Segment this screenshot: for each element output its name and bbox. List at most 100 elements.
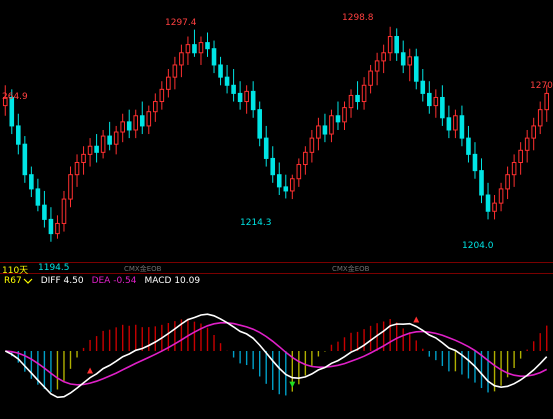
candle[interactable] <box>518 142 523 175</box>
candle[interactable] <box>511 154 517 187</box>
candle[interactable] <box>146 105 152 135</box>
candle[interactable] <box>42 190 47 228</box>
candle[interactable] <box>446 105 452 139</box>
candle[interactable] <box>309 129 315 163</box>
candle[interactable] <box>290 174 295 200</box>
candle[interactable] <box>387 26 393 61</box>
candle[interactable] <box>368 64 373 94</box>
candle[interactable] <box>498 182 504 212</box>
candle[interactable] <box>348 89 354 118</box>
candle-body <box>185 44 191 54</box>
candle[interactable] <box>453 109 458 139</box>
candle[interactable] <box>374 52 380 86</box>
candle[interactable] <box>413 48 419 90</box>
candle[interactable] <box>68 166 73 208</box>
candle[interactable] <box>316 117 321 151</box>
candle-body <box>322 125 328 135</box>
candle[interactable] <box>74 154 80 187</box>
candle[interactable] <box>205 32 210 57</box>
candle[interactable] <box>492 195 497 220</box>
candle[interactable] <box>296 158 302 187</box>
candle[interactable] <box>81 146 86 175</box>
candle[interactable] <box>185 36 191 65</box>
candle[interactable] <box>322 113 328 143</box>
candle[interactable] <box>270 146 276 183</box>
diff-value: DIFF 4.50 <box>40 276 84 286</box>
candle[interactable] <box>231 69 236 102</box>
candle[interactable] <box>427 81 432 114</box>
price-label-left-high: 264.9 <box>2 92 28 102</box>
candle[interactable] <box>361 77 367 110</box>
chevron-down-icon[interactable] <box>23 277 33 285</box>
candle[interactable] <box>329 109 334 143</box>
candle-body <box>413 56 419 82</box>
candle[interactable] <box>94 134 99 163</box>
candle-body <box>420 80 426 94</box>
candle[interactable] <box>440 85 445 126</box>
candle[interactable] <box>303 146 308 175</box>
candle[interactable] <box>537 101 543 135</box>
candle[interactable] <box>179 44 184 78</box>
candle-body <box>113 131 119 145</box>
candle[interactable] <box>283 174 289 199</box>
candle[interactable] <box>218 56 223 86</box>
candle[interactable] <box>192 29 197 57</box>
candle[interactable] <box>153 93 158 122</box>
candle[interactable] <box>466 125 471 163</box>
candle[interactable] <box>120 113 125 143</box>
candle-body <box>237 92 243 103</box>
quote-chart-window[interactable]: 264.9 1297.4 1298.8 1270 1194.5 1214.3 1… <box>0 0 553 415</box>
candle[interactable] <box>100 129 106 159</box>
indicator-selector[interactable]: R67 <box>4 276 33 286</box>
candle[interactable] <box>355 81 360 110</box>
candle-body <box>205 42 210 50</box>
candle[interactable] <box>133 109 139 139</box>
candle[interactable] <box>250 81 256 118</box>
candle[interactable] <box>166 69 171 98</box>
candle[interactable] <box>113 125 119 155</box>
candle[interactable] <box>198 36 204 65</box>
candle[interactable] <box>472 142 478 179</box>
candle[interactable] <box>433 89 439 118</box>
candle[interactable] <box>237 81 243 110</box>
chart-canvas[interactable] <box>0 0 553 415</box>
candle-body <box>355 94 360 103</box>
candle[interactable] <box>400 40 406 74</box>
candle[interactable] <box>126 109 132 139</box>
candle[interactable] <box>531 117 536 151</box>
candle[interactable] <box>22 136 28 183</box>
candle[interactable] <box>16 113 21 155</box>
candle[interactable] <box>55 215 60 239</box>
candle[interactable] <box>381 44 386 74</box>
candle[interactable] <box>485 182 491 220</box>
candle[interactable] <box>505 166 510 200</box>
candle[interactable] <box>224 64 230 94</box>
candle[interactable] <box>139 101 145 135</box>
candle[interactable] <box>107 121 112 151</box>
macd-panel[interactable] <box>4 313 548 399</box>
candle[interactable] <box>48 207 54 242</box>
candle[interactable] <box>394 28 399 61</box>
candle[interactable] <box>87 138 93 167</box>
candle[interactable] <box>420 69 426 102</box>
candle[interactable] <box>276 162 282 196</box>
candle[interactable] <box>524 129 530 163</box>
candle[interactable] <box>61 190 67 232</box>
candle[interactable] <box>263 125 269 167</box>
candle[interactable] <box>407 48 413 82</box>
candlestick-panel[interactable] <box>2 26 550 242</box>
candle[interactable] <box>342 101 347 130</box>
candle[interactable] <box>459 105 465 147</box>
candle[interactable] <box>211 40 217 74</box>
candle[interactable] <box>335 101 341 130</box>
candle[interactable] <box>172 56 178 90</box>
period-label[interactable]: 110天 <box>2 263 28 276</box>
candle[interactable] <box>35 178 41 212</box>
candle[interactable] <box>29 166 34 198</box>
candle[interactable] <box>257 101 262 147</box>
candle[interactable] <box>159 81 165 110</box>
candle[interactable] <box>244 85 249 114</box>
candle-body <box>16 125 21 145</box>
macd-header: R67 DIFF 4.50 DEA -0.54 MACD 10.09 <box>4 276 200 286</box>
candle[interactable] <box>479 158 484 204</box>
